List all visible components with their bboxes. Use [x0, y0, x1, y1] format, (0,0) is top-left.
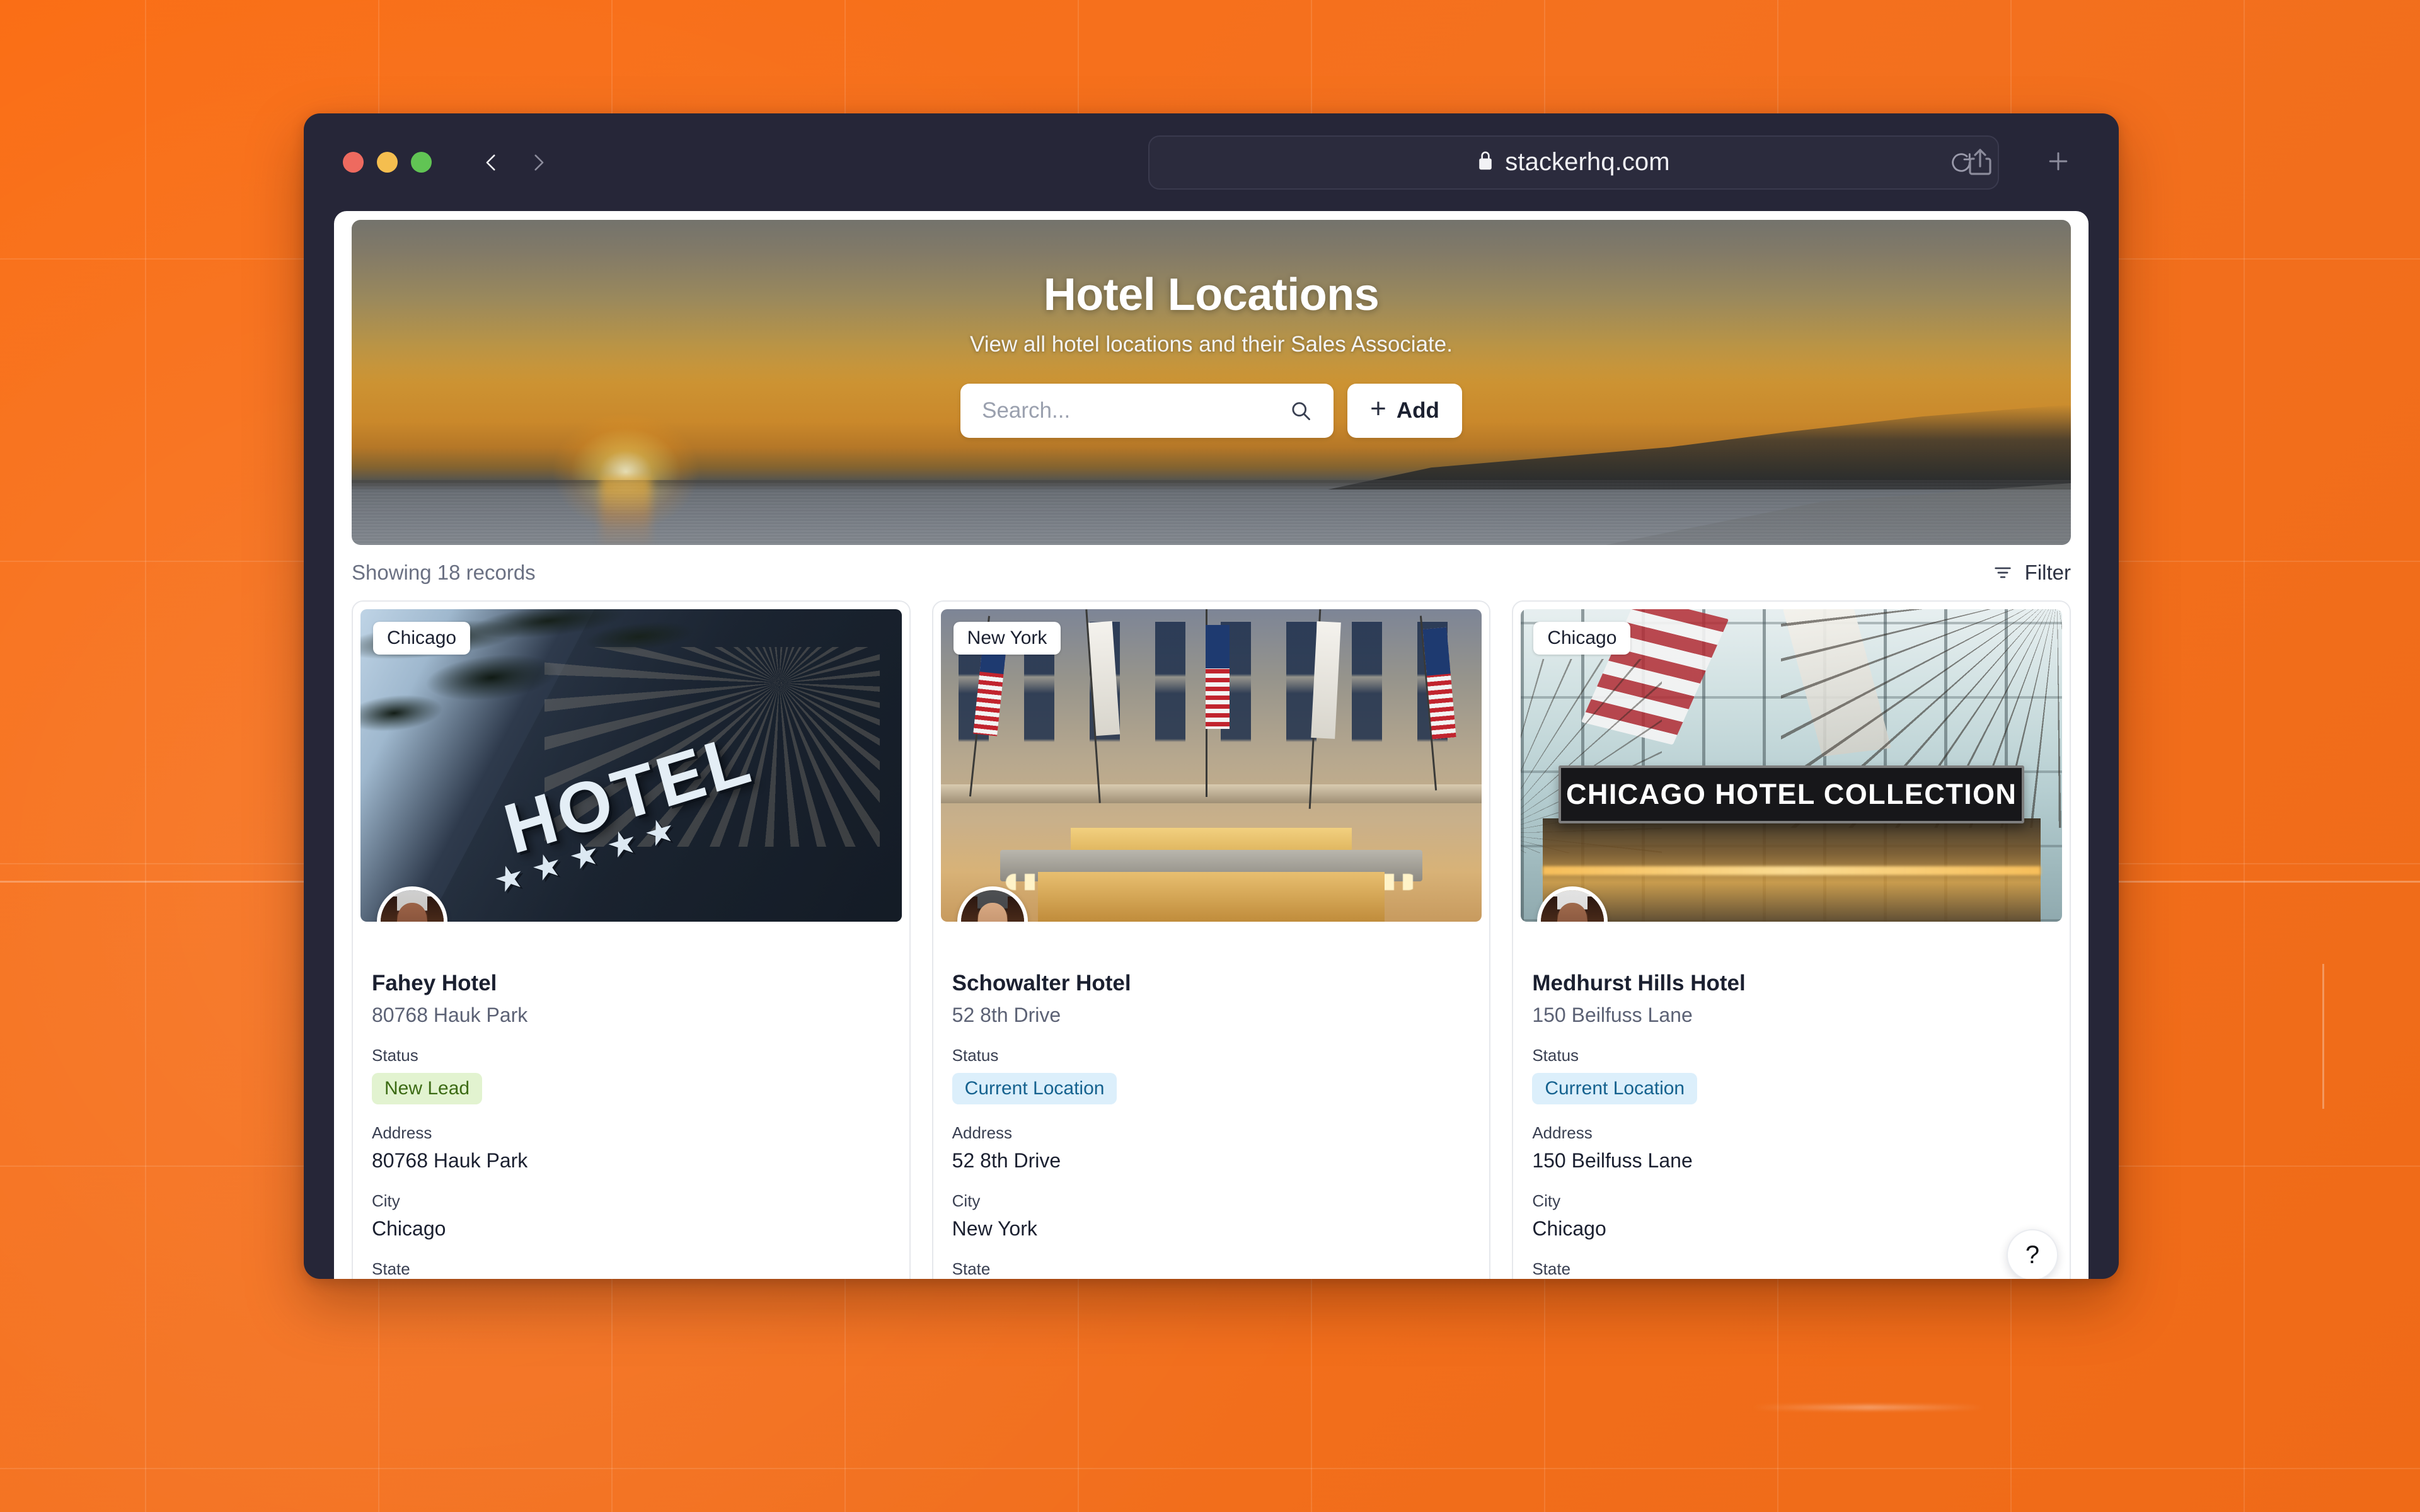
hotel-sign-photo: HOTEL ★★★★★ [360, 609, 902, 922]
hero-actions: + Add [960, 384, 1462, 438]
field-label: City [1532, 1191, 1561, 1210]
chevron-left-icon[interactable] [481, 152, 502, 173]
url-text: stackerhq.com [1505, 148, 1670, 176]
field-state: State NY [952, 1259, 1471, 1279]
card-title: Medhurst Hills Hotel [1532, 971, 1746, 995]
field-value: 150 Beilfuss Lane [1532, 1149, 1693, 1172]
page-title: Hotel Locations [1043, 270, 1380, 320]
field-label: Status [1532, 1046, 1579, 1065]
navigation-buttons[interactable] [481, 152, 549, 173]
share-icon[interactable] [1966, 147, 1994, 178]
card-image: New York [940, 609, 1482, 922]
city-badge: Chicago [1533, 622, 1631, 655]
field-city: City Chicago [372, 1191, 890, 1240]
field-label: Address [372, 1123, 432, 1142]
card-image: HOTEL ★★★★★ Chicago [360, 609, 902, 922]
field-label: State [372, 1259, 410, 1278]
field-label: Address [952, 1123, 1013, 1142]
record-card-grid: HOTEL ★★★★★ Chicago Fahey Hotel 80768 Ha… [352, 600, 2071, 1279]
search-icon[interactable] [1289, 399, 1312, 422]
records-toolbar: Showing 18 records Filter [352, 545, 2071, 600]
help-button[interactable]: ? [2007, 1229, 2058, 1279]
add-button[interactable]: + Add [1347, 384, 1462, 438]
field-label: State [952, 1259, 991, 1278]
address-bar[interactable]: stackerhq.com [1148, 135, 1999, 190]
record-card[interactable]: HOTEL ★★★★★ Chicago Fahey Hotel 80768 Ha… [352, 600, 911, 1279]
hero-content: Hotel Locations View all hotel locations… [352, 220, 2071, 545]
add-button-label: Add [1396, 398, 1439, 423]
field-value: New York [952, 1217, 1037, 1240]
field-state: State IL [372, 1259, 890, 1279]
filter-icon [1992, 562, 2014, 583]
page-subtitle: View all hotel locations and their Sales… [970, 332, 1453, 357]
page-viewport: Hotel Locations View all hotel locations… [334, 211, 2089, 1279]
avatar[interactable] [957, 886, 1028, 922]
minimize-window-button[interactable] [377, 152, 398, 173]
plus-icon: + [1370, 393, 1386, 424]
field-label: State [1532, 1259, 1571, 1278]
hero-banner: Hotel Locations View all hotel locations… [352, 220, 2071, 545]
record-count-text: Showing 18 records [352, 561, 536, 584]
record-card[interactable]: New York Schowalter Hotel 52 8th Drive S… [931, 600, 1491, 1279]
field-status: Status Current Location [1532, 1046, 2051, 1104]
chevron-right-icon[interactable] [527, 152, 549, 173]
field-value: Chicago [1532, 1217, 1606, 1240]
field-label: City [372, 1191, 400, 1210]
avatar[interactable] [1537, 886, 1608, 922]
hotel-facade-photo [940, 609, 1482, 922]
toolbar-right-actions[interactable] [1966, 147, 2072, 178]
city-badge: New York [953, 622, 1061, 655]
field-status: Status New Lead [372, 1046, 890, 1104]
search-input[interactable] [982, 398, 1290, 423]
status-badge: New Lead [372, 1073, 483, 1104]
close-window-button[interactable] [343, 152, 364, 173]
plus-icon[interactable] [2044, 147, 2072, 178]
field-city: City New York [952, 1191, 1471, 1240]
background-glow [1752, 1405, 1985, 1410]
field-value: 80768 Hauk Park [372, 1149, 528, 1172]
field-address: Address 52 8th Drive [952, 1123, 1471, 1172]
card-body: Schowalter Hotel 52 8th Drive Status Cur… [933, 929, 1490, 1279]
card-image: CHICAGO HOTEL COLLECTION Chicago [1521, 609, 2062, 922]
city-badge: Chicago [373, 622, 471, 655]
filter-button-label: Filter [2024, 561, 2071, 584]
browser-window: stackerhq.com Hotel Locations View all h… [304, 113, 2119, 1279]
field-state: State IL [1532, 1259, 2051, 1279]
card-body: Fahey Hotel 80768 Hauk Park Status New L… [353, 929, 909, 1279]
field-value: 52 8th Drive [952, 1149, 1061, 1172]
record-card[interactable]: CHICAGO HOTEL COLLECTION Chicago Medhurs… [1512, 600, 2071, 1279]
card-subtitle: 80768 Hauk Park [372, 1004, 528, 1026]
card-title: Schowalter Hotel [952, 971, 1131, 995]
field-label: Status [372, 1046, 418, 1065]
field-value: Chicago [372, 1217, 446, 1240]
card-subtitle: 150 Beilfuss Lane [1532, 1004, 1693, 1026]
background-grid-accent-vertical [2322, 964, 2324, 1109]
maximize-window-button[interactable] [411, 152, 432, 173]
chicago-hotel-collection-photo: CHICAGO HOTEL COLLECTION [1521, 609, 2062, 922]
field-label: Address [1532, 1123, 1593, 1142]
card-body: Medhurst Hills Hotel 150 Beilfuss Lane S… [1513, 929, 2070, 1279]
window-controls[interactable] [343, 152, 432, 173]
field-status: Status Current Location [952, 1046, 1471, 1104]
card-subtitle: 52 8th Drive [952, 1004, 1061, 1026]
card-title: Fahey Hotel [372, 971, 497, 995]
field-city: City Chicago [1532, 1191, 2051, 1240]
field-label: Status [952, 1046, 999, 1065]
search-box[interactable] [960, 384, 1334, 438]
field-address: Address 80768 Hauk Park [372, 1123, 890, 1172]
status-badge: Current Location [952, 1073, 1117, 1104]
avatar[interactable] [377, 886, 447, 922]
lock-icon [1477, 151, 1494, 174]
status-badge: Current Location [1532, 1073, 1698, 1104]
photo-sign-text: CHICAGO HOTEL COLLECTION [1566, 778, 2017, 810]
field-label: City [952, 1191, 981, 1210]
browser-toolbar: stackerhq.com [304, 113, 2119, 211]
filter-button[interactable]: Filter [1992, 561, 2071, 585]
field-address: Address 150 Beilfuss Lane [1532, 1123, 2051, 1172]
